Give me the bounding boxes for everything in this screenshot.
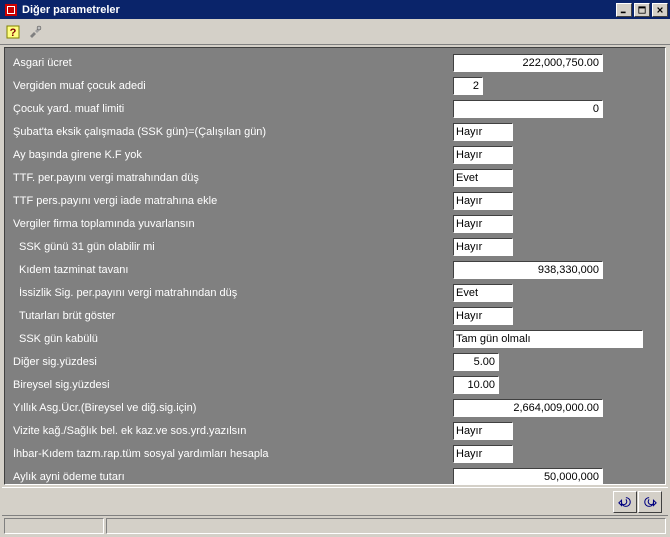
label: Asgari ücret: [13, 57, 453, 69]
label: Ay başında girene K.F yok: [13, 149, 453, 161]
label: Vergiden muaf çocuk adedi: [13, 80, 453, 92]
row-vergiden-muaf-cocuk: Vergiden muaf çocuk adedi: [13, 75, 657, 97]
label: Vizite kağ./Sağlık bel. ek kaz.ve sos.yr…: [13, 425, 453, 437]
row-diger-sig-yuzde: Diğer sig.yüzdesi: [13, 351, 657, 373]
close-button[interactable]: [652, 3, 668, 17]
window-buttons: [616, 3, 668, 17]
undo-button[interactable]: [613, 491, 637, 513]
label: Bireysel sig.yüzdesi: [13, 379, 453, 391]
label: Kıdem tazminat tavanı: [13, 264, 453, 276]
label: SSK gün kabülü: [13, 333, 453, 345]
row-tutar-brut: Tutarları brüt göster: [13, 305, 657, 327]
row-ttf-per-vergi-matrah: TTF. per.payını vergi matrahından düş: [13, 167, 657, 189]
label: İhbar-Kıdem tazm.rap.tüm sosyal yardımla…: [13, 448, 453, 460]
label: Yıllık Asg.Ücr.(Bireysel ve diğ.sig.için…: [13, 402, 453, 414]
vizite-kag-select[interactable]: [453, 422, 513, 440]
row-vizite-kag: Vizite kağ./Sağlık bel. ek kaz.ve sos.yr…: [13, 420, 657, 442]
bottom-bar: [2, 487, 668, 515]
title-bar: Diğer parametreler: [0, 0, 670, 19]
label: Tutarları brüt göster: [13, 310, 453, 322]
minimize-button[interactable]: [616, 3, 632, 17]
label: Vergiler firma toplamında yuvarlansın: [13, 218, 453, 230]
ay-basinda-kf-select[interactable]: [453, 146, 513, 164]
label: Çocuk yard. muaf limiti: [13, 103, 453, 115]
vergiler-yuvarlansin-select[interactable]: [453, 215, 513, 233]
asgari-ucret-input[interactable]: [453, 54, 603, 72]
row-bireysel-sig-yuzde: Bireysel sig.yüzdesi: [13, 374, 657, 396]
row-yillik-asg-ucr: Yıllık Asg.Ücr.(Bireysel ve diğ.sig.için…: [13, 397, 657, 419]
aylik-ayni-input[interactable]: [453, 468, 603, 485]
ssk-31-select[interactable]: [453, 238, 513, 256]
status-cell: [4, 518, 104, 534]
redo-button[interactable]: [638, 491, 662, 513]
row-cocuk-yard-limit: Çocuk yard. muaf limiti: [13, 98, 657, 120]
label: TTF. per.payını vergi matrahından düş: [13, 172, 453, 184]
label: İssizlik Sig. per.payını vergi matrahınd…: [13, 287, 453, 299]
diger-sig-yuzde-input[interactable]: [453, 353, 499, 371]
cocuk-yard-limit-input[interactable]: [453, 100, 603, 118]
row-ay-basinda-kf: Ay başında girene K.F yok: [13, 144, 657, 166]
label: SSK günü 31 gün olabilir mi: [13, 241, 453, 253]
window-title: Diğer parametreler: [22, 4, 616, 16]
label: TTF pers.payını vergi iade matrahına ekl…: [13, 195, 453, 207]
subat-eksik-select[interactable]: [453, 123, 513, 141]
row-asgari-ucret: Asgari ücret: [13, 52, 657, 74]
svg-text:?: ?: [10, 27, 17, 39]
issizlik-vergi-matrah-select[interactable]: [453, 284, 513, 302]
row-aylik-ayni: Aylık ayni ödeme tutarı: [13, 466, 657, 485]
toolbar: ?: [0, 19, 670, 45]
status-cell: [106, 518, 666, 534]
vergiden-muaf-cocuk-input[interactable]: [453, 77, 483, 95]
label: Diğer sig.yüzdesi: [13, 356, 453, 368]
row-ssk-31: SSK günü 31 gün olabilir mi: [13, 236, 657, 258]
help-button[interactable]: ?: [2, 21, 24, 42]
ttf-pers-vergi-iade-select[interactable]: [453, 192, 513, 210]
maximize-button[interactable]: [634, 3, 650, 17]
row-ssk-gun-kabulu: SSK gün kabülü: [13, 328, 657, 350]
status-bar: [2, 515, 668, 535]
row-subat-eksik: Şubat'ta eksik çalışmada (SSK gün)=(Çalı…: [13, 121, 657, 143]
bireysel-sig-yuzde-input[interactable]: [453, 376, 499, 394]
ihbar-kidem-select[interactable]: [453, 445, 513, 463]
row-kidem-tavan: Kıdem tazminat tavanı: [13, 259, 657, 281]
row-ttf-pers-vergi-iade: TTF pers.payını vergi iade matrahına ekl…: [13, 190, 657, 212]
tools-button[interactable]: [24, 21, 46, 42]
form-area: Asgari ücret Vergiden muaf çocuk adedi Ç…: [4, 47, 666, 485]
content-wrap: Asgari ücret Vergiden muaf çocuk adedi Ç…: [0, 45, 670, 537]
label: Aylık ayni ödeme tutarı: [13, 471, 453, 483]
ttf-per-vergi-matrah-select[interactable]: [453, 169, 513, 187]
tutar-brut-select[interactable]: [453, 307, 513, 325]
kidem-tavan-input[interactable]: [453, 261, 603, 279]
ssk-gun-kabulu-select[interactable]: [453, 330, 643, 348]
row-vergiler-yuvarlansin: Vergiler firma toplamında yuvarlansın: [13, 213, 657, 235]
row-issizlik-vergi-matrah: İssizlik Sig. per.payını vergi matrahınd…: [13, 282, 657, 304]
label: Şubat'ta eksik çalışmada (SSK gün)=(Çalı…: [13, 126, 453, 138]
yillik-asg-ucr-input[interactable]: [453, 399, 603, 417]
app-icon: [4, 3, 18, 17]
row-ihbar-kidem: İhbar-Kıdem tazm.rap.tüm sosyal yardımla…: [13, 443, 657, 465]
